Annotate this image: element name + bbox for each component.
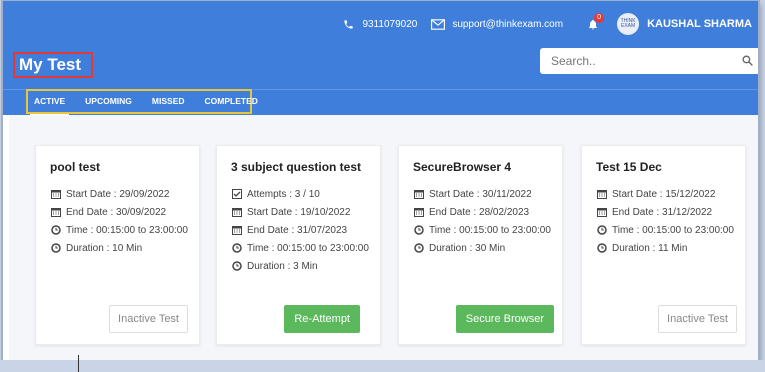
- phone-contact[interactable]: 9311079020: [343, 19, 417, 30]
- user-name[interactable]: KAUSHAL SHARMA: [647, 18, 752, 30]
- clock-icon: [50, 224, 62, 236]
- duration: Duration : 10 Min: [66, 242, 143, 254]
- test-card: SecureBrowser 4 Start Date : 30/11/2022 …: [398, 145, 563, 345]
- start-date-row: Start Date : 19/10/2022: [231, 203, 380, 221]
- calendar-icon: [231, 224, 243, 236]
- tab-active[interactable]: ACTIVE: [29, 91, 70, 116]
- time-range: Time : 00:15:00 to 23:00:00: [612, 224, 734, 236]
- duration-row: Duration : 11 Min: [596, 239, 745, 257]
- calendar-icon: [596, 206, 608, 218]
- attempts-row: Attempts : 3 / 10: [231, 185, 380, 203]
- phone-icon: [344, 19, 354, 29]
- notifications-button[interactable]: 0: [587, 12, 605, 31]
- end-date-row: End Date : 31/07/2023: [231, 221, 380, 239]
- window-shadow: [0, 360, 765, 372]
- end-date: End Date : 28/02/2023: [429, 206, 530, 218]
- clock-icon: [50, 242, 62, 254]
- card-title: Test 15 Dec: [596, 160, 662, 174]
- time-row: Time : 00:15:00 to 23:00:00: [50, 221, 199, 239]
- mail-icon: [431, 18, 446, 30]
- start-date-row: Start Date : 15/12/2022: [596, 185, 745, 203]
- duration: Duration : 30 Min: [429, 242, 506, 254]
- clock-icon: [231, 260, 243, 272]
- time-range: Time : 00:15:00 to 23:00:00: [247, 242, 369, 254]
- calendar-icon: [50, 206, 62, 218]
- test-card: pool test Start Date : 29/09/2022 End Da…: [35, 145, 200, 345]
- card-title: 3 subject question test: [231, 160, 362, 174]
- clock-icon: [413, 224, 425, 236]
- time-row: Time : 00:15:00 to 23:00:00: [596, 221, 745, 239]
- cursor-line: [78, 355, 79, 372]
- card-title: pool test: [50, 160, 100, 174]
- clock-icon: [231, 242, 243, 254]
- app-window: 9311079020 support@thinkexam.com 0 THINK…: [3, 1, 758, 367]
- card-title: SecureBrowser 4: [413, 160, 512, 174]
- tab-upcoming[interactable]: UPCOMING: [85, 91, 132, 112]
- calendar-icon: [50, 188, 62, 200]
- page-title: My Test: [13, 52, 93, 78]
- email-contact[interactable]: support@thinkexam.com: [431, 19, 563, 30]
- clock-icon: [596, 242, 608, 254]
- re-attempt-button[interactable]: Re-Attempt: [284, 305, 360, 333]
- calendar-icon: [596, 188, 608, 200]
- duration-row: Duration : 3 Min: [231, 257, 380, 275]
- email-address: support@thinkexam.com: [452, 18, 564, 30]
- start-date: Start Date : 19/10/2022: [247, 206, 351, 218]
- header: 9311079020 support@thinkexam.com 0 THINK…: [3, 1, 758, 116]
- test-card: 3 subject question test Attempts : 3 / 1…: [216, 145, 381, 345]
- start-date: Start Date : 30/11/2022: [429, 188, 532, 200]
- avatar[interactable]: THINK EXAM: [617, 13, 640, 35]
- end-date: End Date : 31/07/2023: [247, 224, 348, 236]
- duration: Duration : 11 Min: [612, 242, 688, 254]
- start-date-row: Start Date : 29/09/2022: [50, 185, 199, 203]
- search-icon[interactable]: [741, 54, 754, 67]
- inactive-test-button[interactable]: Inactive Test: [658, 305, 737, 333]
- duration-row: Duration : 10 Min: [50, 239, 199, 257]
- start-date: Start Date : 15/12/2022: [612, 188, 716, 200]
- end-date-row: End Date : 31/12/2022: [596, 203, 745, 221]
- end-date: End Date : 30/09/2022: [66, 206, 167, 218]
- clock-icon: [596, 224, 608, 236]
- calendar-icon: [231, 206, 243, 218]
- time-row: Time : 00:15:00 to 23:00:00: [231, 239, 380, 257]
- calendar-icon: [413, 188, 425, 200]
- time-range: Time : 00:15:00 to 23:00:00: [66, 224, 188, 236]
- phone-number: 9311079020: [362, 18, 418, 30]
- end-date-row: End Date : 28/02/2023: [413, 203, 562, 221]
- calendar-icon: [413, 206, 425, 218]
- clock-icon: [413, 242, 425, 254]
- inactive-test-button[interactable]: Inactive Test: [109, 305, 188, 333]
- search-input[interactable]: Search..: [551, 54, 596, 68]
- start-date-row: Start Date : 30/11/2022: [413, 185, 562, 203]
- tab-completed[interactable]: COMPLETED: [205, 91, 258, 112]
- start-date: Start Date : 29/09/2022: [66, 188, 170, 200]
- checkbox-icon: [231, 188, 243, 200]
- search-box[interactable]: Search..: [540, 48, 758, 74]
- duration-row: Duration : 30 Min: [413, 239, 562, 257]
- time-range: Time : 00:15:00 to 23:00:00: [429, 224, 551, 236]
- top-bar: 9311079020 support@thinkexam.com 0 THINK…: [329, 11, 752, 37]
- content-area: pool test Start Date : 29/09/2022 End Da…: [9, 115, 758, 361]
- attempts: Attempts : 3 / 10: [247, 188, 320, 200]
- time-row: Time : 00:15:00 to 23:00:00: [413, 221, 562, 239]
- test-tabs: ACTIVE UPCOMING MISSED COMPLETED: [26, 89, 258, 116]
- end-date: End Date : 31/12/2022: [612, 206, 713, 218]
- notification-badge: 0: [594, 12, 605, 23]
- secure-browser-button[interactable]: Secure Browser: [455, 305, 554, 333]
- end-date-row: End Date : 30/09/2022: [50, 203, 199, 221]
- duration: Duration : 3 Min: [247, 260, 318, 272]
- tab-missed[interactable]: MISSED: [152, 91, 185, 112]
- test-card: Test 15 Dec Start Date : 15/12/2022 End …: [581, 145, 746, 345]
